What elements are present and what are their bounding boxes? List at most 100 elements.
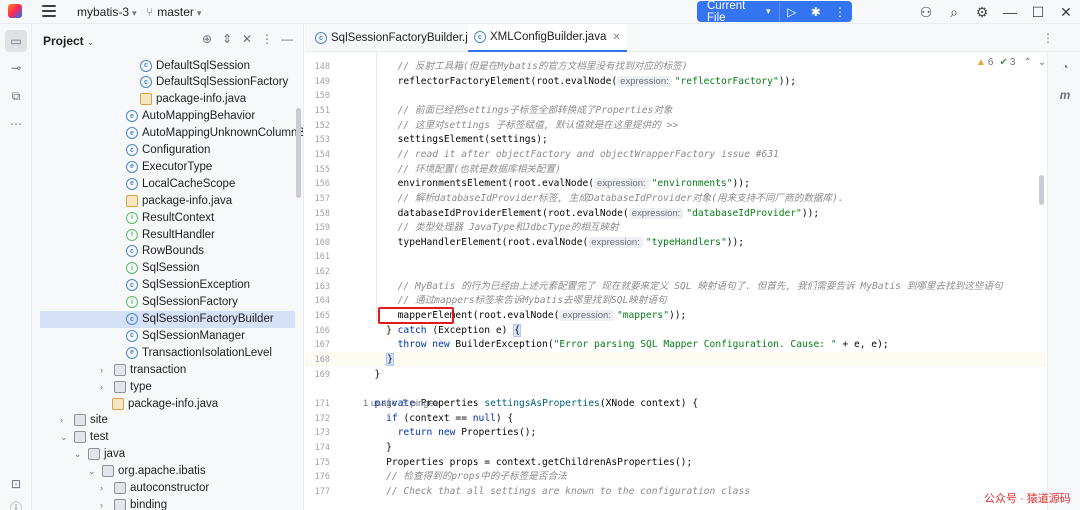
tree-item[interactable]: ⌄ java	[32, 446, 303, 463]
close-tab-icon[interactable]: ✕	[612, 32, 620, 43]
code-line[interactable]: // Check that all settings are known to …	[363, 485, 750, 499]
code-line[interactable]: }	[363, 441, 392, 455]
tree-item[interactable]: c SqlSessionManager	[32, 327, 303, 344]
search-icon[interactable]: ⌕	[940, 4, 968, 21]
code-area[interactable]: // 反射工具箱(但是在Mybatis的官方文档里没有找到对应的标签) refl…	[363, 52, 1047, 510]
code-line[interactable]: // 反射工具箱(但是在Mybatis的官方文档里没有找到对应的标签)	[363, 60, 688, 74]
main-menu-icon[interactable]	[42, 5, 56, 17]
tree-item[interactable]: i SqlSession	[32, 260, 303, 277]
chevron-right-icon[interactable]: ›	[100, 500, 112, 510]
code-line[interactable]: }	[363, 353, 394, 367]
tree-item[interactable]: c Configuration	[32, 142, 303, 159]
locate-icon[interactable]: ⊕	[197, 32, 217, 46]
chevron-down-icon[interactable]: ⌄	[60, 432, 72, 443]
maximize-icon[interactable]: ☐	[1024, 4, 1052, 21]
settings-gear-icon[interactable]: ⚙	[968, 4, 996, 21]
code-line[interactable]: } catch (Exception e) {	[363, 323, 521, 338]
project-folder-icon[interactable]: ▭	[5, 30, 27, 52]
tree-item[interactable]: › binding	[32, 496, 303, 510]
tree-item[interactable]: i ResultHandler	[32, 226, 303, 243]
code-line[interactable]: settingsElement(settings);	[363, 133, 548, 147]
chevron-down-icon[interactable]: ⌄	[1038, 57, 1046, 68]
tab-xmlconfigbuilder[interactable]: c XMLConfigBuilder.java ✕	[468, 24, 627, 52]
expand-icon[interactable]: ⇕	[217, 32, 237, 46]
branch-switcher[interactable]: ⑂ master ▾	[146, 5, 201, 19]
code-line[interactable]: // 类型处理器 JavaType和JdbcType的相互映射	[363, 221, 619, 235]
tree-item[interactable]: i SqlSessionFactory	[32, 294, 303, 311]
tree-item[interactable]: e ExecutorType	[32, 158, 303, 175]
code-line[interactable]: typeHandlerElement(root.evalNode(express…	[363, 236, 744, 250]
code-line[interactable]: databaseIdProviderElement(root.evalNode(…	[363, 207, 819, 221]
run-config-selector[interactable]: Current File ▾	[697, 0, 780, 24]
notifications-icon[interactable]: ◔	[1056, 60, 1074, 74]
usage-hint[interactable]: 1 usage ♙ pingee	[363, 398, 439, 409]
more-tabs-icon[interactable]: ⋮	[1042, 31, 1054, 45]
tree-item[interactable]: c DefaultSqlSessionFactory	[32, 74, 303, 91]
tree-item[interactable]: › autoconstructor	[32, 480, 303, 497]
tab-sqlsessionfactorybuilder[interactable]: c SqlSessionFactoryBuilder.java	[309, 24, 492, 52]
project-panel-title[interactable]: Project ⌄	[43, 34, 94, 48]
tree-item[interactable]: ⌄ org.apache.ibatis	[32, 463, 303, 480]
code-line[interactable]: Properties props = context.getChildrenAs…	[363, 456, 692, 470]
code-line[interactable]: throw new BuilderException("Error parsin…	[363, 338, 889, 352]
tree-item[interactable]: › type	[32, 378, 303, 395]
structure-icon[interactable]: ⧉	[8, 88, 24, 104]
line-number: 151	[314, 105, 330, 116]
chevron-right-icon[interactable]: ›	[100, 365, 112, 375]
problems-icon[interactable]: ⓘ	[8, 500, 24, 510]
more-tools-icon[interactable]: ⋯	[8, 116, 24, 132]
code-line[interactable]: // 检查得到的props中的子标签是否合法	[363, 470, 567, 484]
add-user-icon[interactable]: ⚇	[912, 4, 940, 21]
tree-item[interactable]: e TransactionIsolationLevel	[32, 344, 303, 361]
code-editor[interactable]: 148 149 150 151 152 153 154 155 156 157 158 159 160 1…	[305, 52, 1047, 510]
chevron-right-icon[interactable]: ›	[100, 483, 112, 493]
tree-item[interactable]: package-info.java	[32, 395, 303, 412]
chevron-down-icon[interactable]: ⌄	[74, 449, 86, 460]
chevron-up-icon[interactable]: ⌃	[1023, 57, 1031, 68]
close-icon[interactable]: ✕	[1052, 4, 1080, 21]
maven-icon[interactable]: m	[1056, 88, 1074, 102]
code-line[interactable]: }	[363, 368, 381, 382]
options-icon[interactable]: ⋮	[257, 32, 277, 46]
tree-item[interactable]: ⌄ test	[32, 429, 303, 446]
tree-item[interactable]: c DefaultSqlSession	[32, 57, 303, 74]
code-line[interactable]: // 这里对settings 子标签赋值, 默认值就是在这里提供的 >>	[363, 119, 678, 133]
chevron-right-icon[interactable]: ›	[60, 415, 72, 425]
code-line[interactable]: // 解析databaseIdProvider标签, 生成DatabaseIdP…	[363, 192, 844, 206]
code-line[interactable]: environmentsElement(root.evalNode(expres…	[363, 177, 750, 191]
tree-item[interactable]: i ResultContext	[32, 209, 303, 226]
inspection-widget[interactable]: ▲ 6 ✔ 3 ⌃ ⌄	[976, 57, 1046, 68]
debug-icon[interactable]: ✱	[804, 5, 828, 19]
commit-icon[interactable]: ⊸	[8, 60, 24, 76]
tree-item[interactable]: c SqlSessionFactoryBuilder	[40, 310, 295, 328]
tree-item[interactable]: c SqlSessionException	[32, 277, 303, 294]
code-line[interactable]: // 环境配置(也就是数据库相关配置)	[363, 163, 561, 177]
chevron-right-icon[interactable]: ›	[100, 382, 112, 392]
tree-item[interactable]: e LocalCacheScope	[32, 175, 303, 192]
tree-item[interactable]: e AutoMappingUnknownColumnBehavior	[32, 125, 303, 142]
terminal-icon[interactable]: ⊡	[8, 476, 24, 492]
hide-icon[interactable]: —	[277, 32, 297, 46]
editor-scrollbar[interactable]	[1039, 175, 1044, 205]
code-line[interactable]: // MyBatis 的行为已经由上述元素配置完了 现在就要来定义 SQL 映射…	[363, 280, 1003, 294]
tree-item[interactable]: › transaction	[32, 361, 303, 378]
tree-item[interactable]: › site	[32, 412, 303, 429]
code-line[interactable]: reflectorFactoryElement(root.evalNode(ex…	[363, 75, 796, 89]
code-line[interactable]: // 前面已经把settings子标签全部转换成了Properties对象	[363, 104, 673, 118]
code-line[interactable]: if (context == null) {	[363, 412, 513, 426]
tree-item[interactable]: e AutoMappingBehavior	[32, 108, 303, 125]
more-actions-icon[interactable]: ⋮	[828, 5, 852, 19]
minimize-icon[interactable]: —	[996, 4, 1024, 20]
tree-item[interactable]: c RowBounds	[32, 243, 303, 260]
tree-item[interactable]: package-info.java	[32, 91, 303, 108]
project-switcher[interactable]: mybatis-3 ▾	[77, 5, 137, 19]
code-line[interactable]: return new Properties();	[363, 426, 537, 440]
code-line[interactable]: // read it after objectFactory and objec…	[363, 148, 779, 162]
tree-item[interactable]: package-info.java	[32, 192, 303, 209]
run-icon[interactable]: ▷	[780, 5, 804, 19]
chevron-down-icon[interactable]: ⌄	[88, 466, 100, 477]
collapse-icon[interactable]: ✕	[237, 32, 257, 46]
project-scrollbar[interactable]	[296, 108, 301, 198]
intellij-logo-icon[interactable]	[8, 4, 22, 18]
line-number-gutter[interactable]: 148 149 150 151 152 153 154 155 156 157 158 159 160 1…	[305, 52, 357, 510]
